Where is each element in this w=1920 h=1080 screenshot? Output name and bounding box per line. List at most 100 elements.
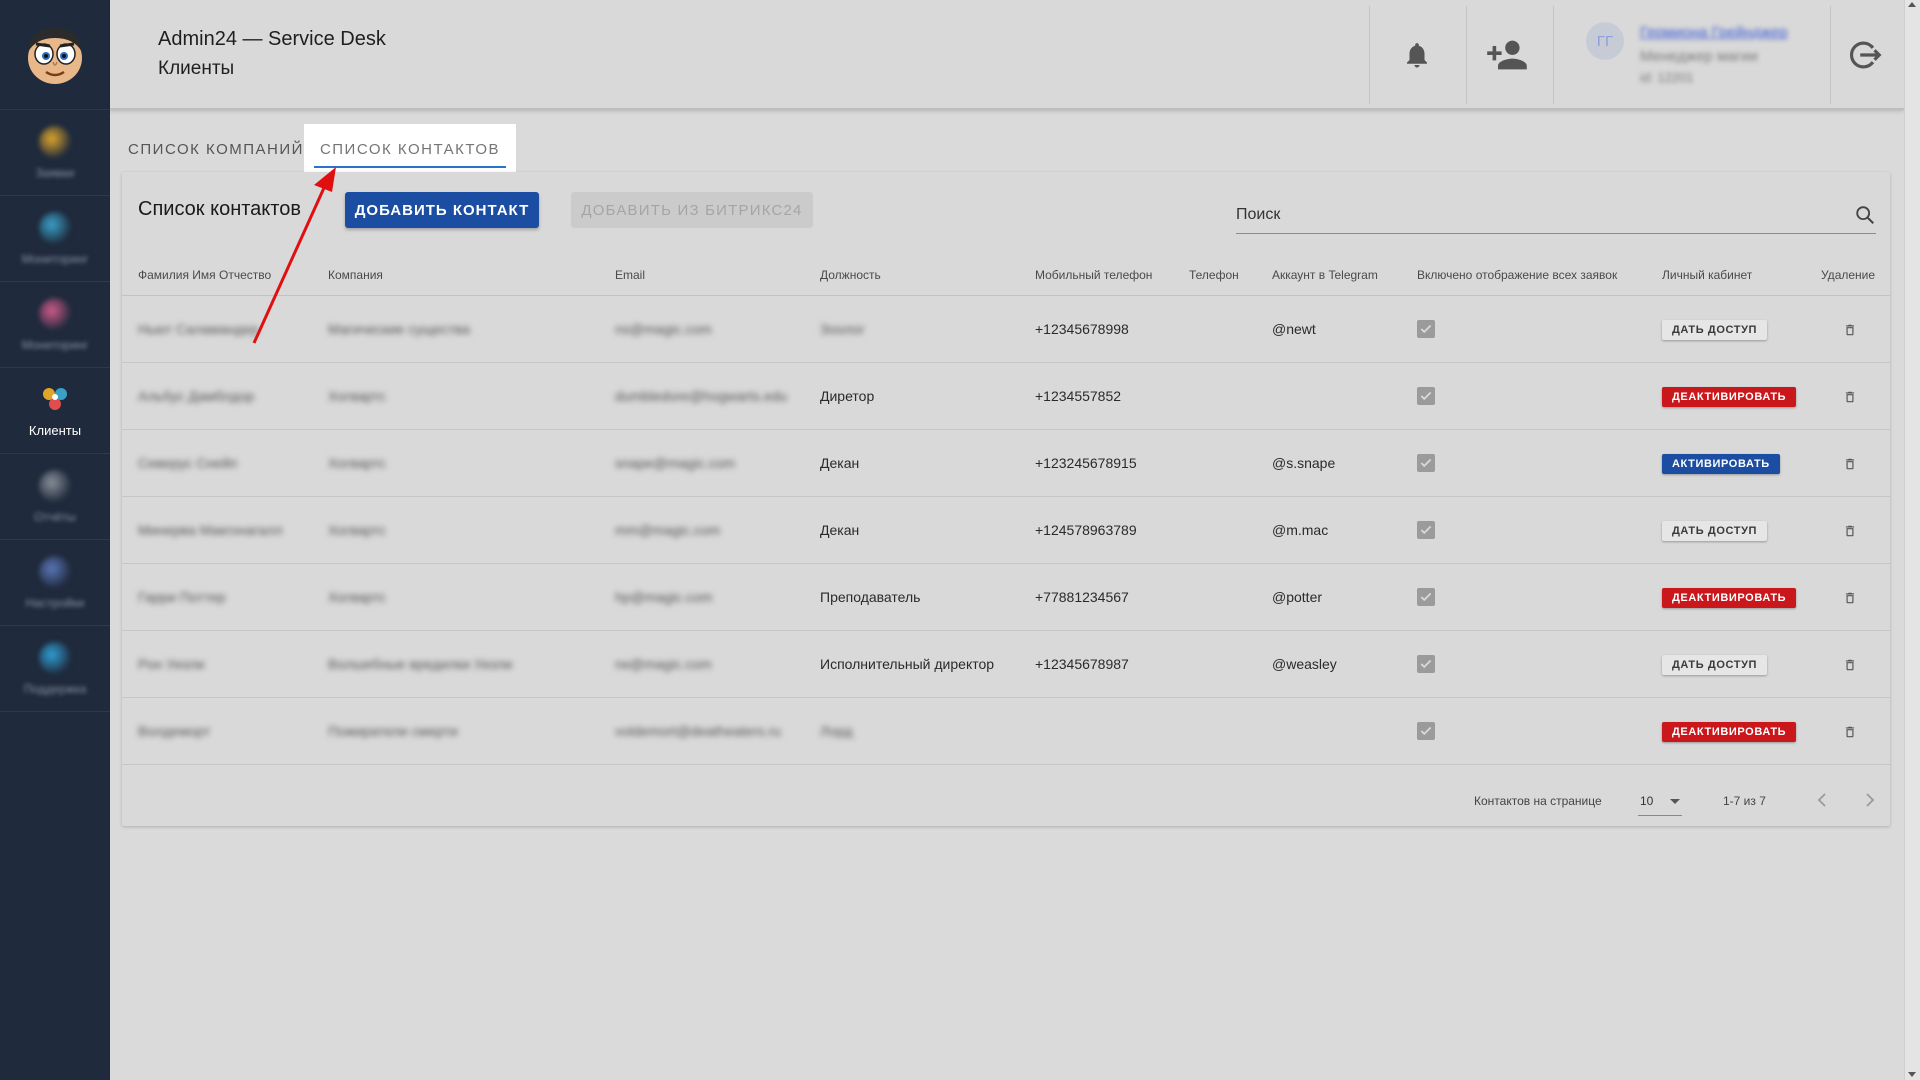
cell-email: mm@magic.com [615,522,721,538]
sidebar-item-5[interactable]: Настройки [0,540,110,626]
cell-email: ns@magic.com [615,321,712,337]
cabinet-act-button[interactable]: АКТИВИРОВАТЬ [1662,454,1780,474]
tab-contacts-label: СПИСОК КОНТАКТОВ [319,140,501,158]
sidebar-item-4[interactable]: Отчёты [0,454,110,540]
show-all-requests-checkbox[interactable] [1417,454,1435,472]
trash-icon[interactable] [1843,390,1857,404]
add-user-icon [1487,40,1527,70]
cabinet-grant-button[interactable]: ДАТЬ ДОСТУП [1662,320,1768,340]
show-all-requests-checkbox[interactable] [1417,722,1435,740]
cell-email: rw@magic.com [615,656,712,672]
column-header: Компания [328,268,383,282]
sidebar-item-3[interactable]: Клиенты [0,368,110,454]
cell-name: Ньют Саламандер [138,321,259,337]
cell-company: Хогвартс [328,455,386,471]
column-header: Личный кабинет [1662,268,1753,282]
top-header: Admin24 — Service Desk Клиенты ГГ Гермио… [110,0,1904,110]
tab-contacts[interactable]: СПИСОК КОНТАКТОВ [304,124,516,174]
table-header: Фамилия Имя Отчество Компания Email Должнос… [122,254,1890,296]
cell-position: Декан [820,522,860,538]
trash-icon[interactable] [1843,323,1857,337]
table-row[interactable]: Рон Уизли Волшебные вредилки Уизли rw@magi… [122,631,1890,698]
user-avatar[interactable]: ГГ [1586,22,1624,60]
cabinet-grant-button[interactable]: ДАТЬ ДОСТУП [1662,521,1768,541]
add-user-button[interactable] [1482,30,1532,80]
trash-icon[interactable] [1843,658,1857,672]
cell-name: Альбус Дамблдор [138,388,255,404]
scroll-down-icon[interactable] [1908,1072,1916,1077]
cell-telegram: @potter [1272,589,1323,605]
table-row[interactable]: Волдеморт Пожиратели смерти voldemort@deat… [122,698,1890,765]
caret-down-icon [1670,799,1680,804]
table-row[interactable]: Минерва Макгонагалл Хогвартс mm@magic.com Д… [122,497,1890,564]
cell-mobile: +12345678987 [1035,656,1129,672]
show-all-requests-checkbox[interactable] [1417,655,1435,673]
cell-name: Волдеморт [138,723,211,739]
cell-telegram: @newt [1272,321,1316,337]
cell-email: hp@magic.com [615,589,713,605]
show-all-requests-checkbox[interactable] [1417,387,1435,405]
table-row[interactable]: Гарри Поттер Хогвартс hp@magic.com Преподав… [122,564,1890,631]
check-icon [1420,592,1432,602]
notifications-button[interactable] [1392,30,1442,80]
cell-name: Рон Уизли [138,656,205,672]
cell-telegram: @m.mac [1272,522,1329,538]
column-header: Фамилия Имя Отчество [138,268,272,282]
cell-email: dumbledore@hogwarts.edu [615,388,788,404]
show-all-requests-checkbox[interactable] [1417,320,1435,338]
chevron-left-icon[interactable] [1810,788,1834,812]
page-scrollbar[interactable] [1904,0,1920,1080]
show-all-requests-checkbox[interactable] [1417,521,1435,539]
search-icon[interactable] [1854,204,1876,226]
trash-icon[interactable] [1843,524,1857,538]
sidebar-item-1[interactable]: Мониторинг [0,196,110,282]
contacts-card: Список контактов ДОБАВИТЬ КОНТАКТ ДОБАВИ… [122,172,1890,826]
cell-company: Хогвартс [328,589,386,605]
nav-label: Отчёты [34,509,76,524]
trash-icon[interactable] [1843,591,1857,605]
logout-button[interactable] [1840,30,1890,80]
header-divider [1553,6,1554,104]
sidebar-item-6[interactable]: Поддержка [0,626,110,712]
table-row[interactable]: Северус Снейп Хогвартс snape@magic.com Дека… [122,430,1890,497]
nav-icon [39,469,71,502]
sidebar-item-2[interactable]: Мониторинг [0,282,110,368]
add-from-bitrix-button[interactable]: ДОБАВИТЬ ИЗ БИТРИКС24 [571,192,813,228]
scroll-up-icon[interactable] [1908,2,1916,7]
cabinet-grant-button[interactable]: ДАТЬ ДОСТУП [1662,655,1768,675]
column-header: Удаление [1821,268,1876,282]
page-title: Клиенты [158,58,235,79]
cell-mobile: +124578963789 [1035,522,1137,538]
rows-per-page-select[interactable]: 10 [1638,788,1682,816]
column-header: Email [615,268,646,282]
user-id: id: 12201 [1640,70,1694,85]
check-icon [1420,324,1432,334]
nav-label: Настройки [25,595,85,610]
nav-icon [39,641,71,674]
chevron-right-icon[interactable] [1858,788,1882,812]
nav-icon [39,555,71,588]
cabinet-deact-button[interactable]: ДЕАКТИВИРОВАТЬ [1662,588,1797,608]
trash-icon[interactable] [1843,457,1857,471]
trash-icon[interactable] [1843,725,1857,739]
table-row[interactable]: Ньют Саламандер Магические существа ns@mag… [122,296,1890,363]
sidebar-item-0[interactable]: Заявки [0,110,110,196]
cell-position: Лорд [820,723,853,739]
show-all-requests-checkbox[interactable] [1417,588,1435,606]
app-logo[interactable] [0,0,110,110]
cell-email: voldemort@deatheaters.ru [615,723,781,739]
cell-position: Преподаватель [820,589,921,605]
check-icon [1420,458,1432,468]
column-header: Мобильный телефон [1035,268,1153,282]
cabinet-deact-button[interactable]: ДЕАКТИВИРОВАТЬ [1662,387,1797,407]
pagination: Контактов на странице 10 1-7 из 7 [122,778,1890,824]
table-row[interactable]: Альбус Дамблдор Хогвартс dumbledore@hogwar… [122,363,1890,430]
user-name-link[interactable]: Гермиона Грейнджер [1640,24,1788,41]
tab-companies[interactable]: СПИСОК КОМПАНИЙ [128,124,304,174]
cell-mobile: +123245678915 [1035,455,1137,471]
rows-per-page-value: 10 [1640,794,1654,808]
cabinet-deact-button[interactable]: ДЕАКТИВИРОВАТЬ [1662,722,1797,742]
cell-company: Пожиратели смерти [328,723,458,739]
add-contact-button[interactable]: ДОБАВИТЬ КОНТАКТ [345,192,539,228]
search-input[interactable] [1236,198,1836,232]
